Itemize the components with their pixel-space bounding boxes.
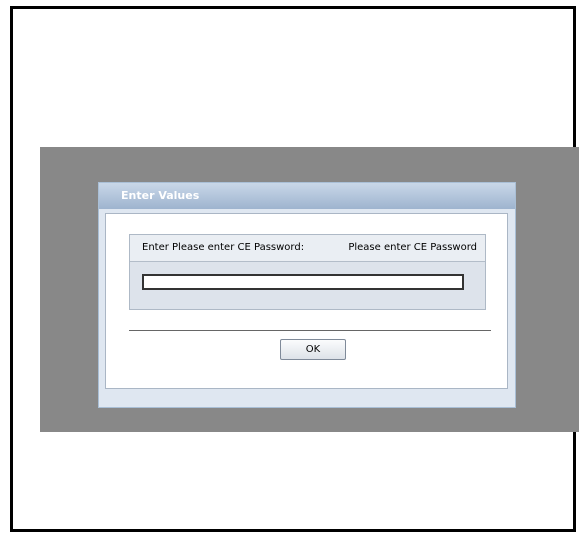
dialog-body: Enter Please enter CE Password: Please e…: [105, 213, 508, 389]
field-header: Enter Please enter CE Password: Please e…: [130, 235, 485, 262]
divider: [129, 330, 491, 331]
enter-values-dialog: Enter Values Enter Please enter CE Passw…: [98, 182, 516, 408]
dialog-titlebar[interactable]: Enter Values: [99, 183, 515, 209]
password-field-hint: Please enter CE Password: [348, 242, 477, 253]
password-input[interactable]: [142, 274, 464, 290]
screenshot-frame: Enter Values Enter Please enter CE Passw…: [10, 6, 579, 532]
password-field-label: Enter Please enter CE Password:: [142, 242, 305, 253]
ok-button[interactable]: OK: [280, 339, 346, 360]
modal-overlay: Enter Values Enter Please enter CE Passw…: [40, 147, 579, 432]
password-field-group: Enter Please enter CE Password: Please e…: [129, 234, 486, 310]
dialog-title: Enter Values: [121, 189, 200, 202]
